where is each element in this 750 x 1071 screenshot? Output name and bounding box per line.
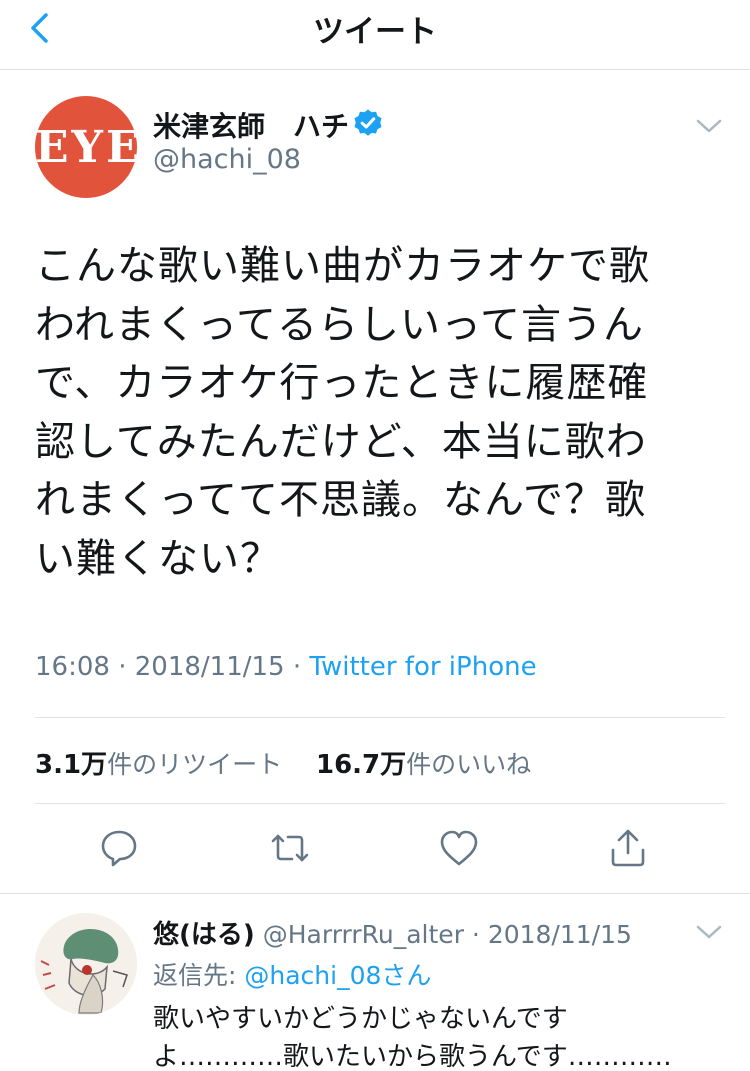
reply-header: 悠(はる) @HarrrrRu_alter · 2018/11/15 [153,920,632,950]
tweet-date: 2018/11/15 [134,652,285,682]
reply-icon[interactable] [97,826,141,870]
section-divider [0,893,750,894]
reply-author-name[interactable]: 悠(はる) [153,920,255,950]
retweet-icon[interactable] [268,826,312,870]
like-label: 件のいいね [406,750,532,779]
reply-text-line: よ…………歌いたいから歌うんです………… [153,1042,672,1071]
divider [35,717,725,718]
chevron-down-icon[interactable] [694,920,724,944]
author-avatar[interactable]: EYE [35,96,137,198]
tweet-text-line: で、カラオケ行ったときに履歴確 [35,360,649,406]
tweet-source-link[interactable]: Twitter for iPhone [309,652,536,682]
retweet-stat[interactable]: 3.1万件のリツイート [35,750,283,780]
tweet-text-line: れまくってて不思議。なんで？歌 [35,477,646,523]
share-icon[interactable] [606,826,650,870]
tweet-text-line: い難くない？ [35,535,281,582]
author-handle[interactable]: @hachi_08 [153,144,301,175]
tweet-text-line: われまくってるらしいって言うん [35,301,644,348]
reply-to-row: 返信先: @hachi_08さん [153,956,431,992]
like-count: 16.7万 [315,750,407,780]
verified-badge-icon [354,109,382,136]
author-name[interactable]: 米津玄師 ハチ [153,105,349,145]
tweet-text-line: 認してみたんだけど、本当に歌わ [35,418,647,465]
reply-text-line: 歌いやすいかどうかじゃないんです [153,1004,568,1034]
divider [35,803,725,804]
like-icon[interactable] [437,826,481,870]
reply-avatar-illustration [35,913,137,1015]
reply-text: 歌いやすいかどうかじゃないんです よ…………歌いたいから歌うんです………… [153,1000,713,1071]
tweet-stats: 3.1万件のリツイート 16.7万件のいいね [35,744,531,781]
chevron-down-icon[interactable] [694,114,724,138]
navigation-bar: ツイート [0,0,750,70]
reply-author-handle[interactable]: @HarrrrRu_alter [263,920,464,949]
nav-title: ツイート [313,14,437,50]
reply-to-label: 返信先: [153,961,237,990]
tweet-meta: 16:08 · 2018/11/15 · Twitter for iPhone [35,652,537,682]
tweet-text: こんな歌い難い曲がカラオケで歌 われまくってるらしいって言うん で、カラオケ行っ… [35,237,725,588]
retweet-label: 件のリツイート [107,750,283,779]
reply-date: 2018/11/15 [487,920,632,949]
retweet-count: 3.1万 [35,750,108,780]
tweet-time: 16:08 [35,652,110,682]
reply-avatar[interactable] [35,913,137,1015]
avatar-logo-text: EYE [35,122,137,173]
tweet-text-line: こんな歌い難い曲がカラオケで歌 [35,243,650,289]
reply-to-handle[interactable]: @hachi_08さん [244,961,431,990]
like-stat[interactable]: 16.7万件のいいね [315,750,532,780]
